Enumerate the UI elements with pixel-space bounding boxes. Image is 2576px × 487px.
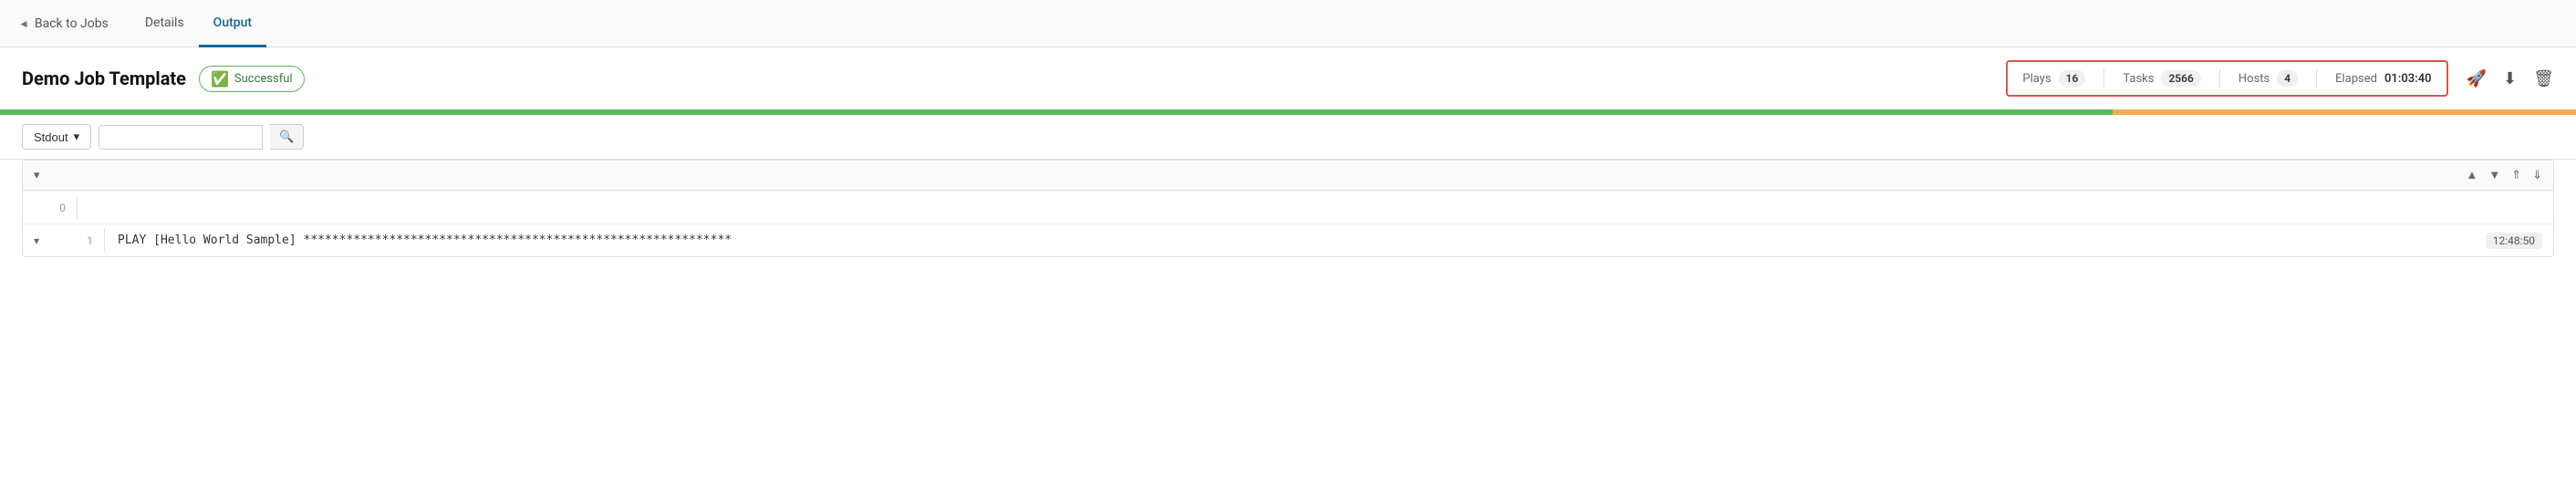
back-label: Back to Jobs [35,16,109,31]
table-row: 0 [23,191,2553,223]
stat-sep-1 [2103,69,2104,88]
delete-icon[interactable]: 🗑 [2533,69,2554,88]
status-label: Successful [234,72,293,86]
elapsed-label: Elapsed [2335,72,2377,86]
tasks-label: Tasks [2123,72,2154,86]
search-button[interactable]: 🔍 [270,124,304,150]
tasks-value: 2566 [2161,70,2200,87]
action-icons: 🚀 ⬇ 🗑 [2467,69,2554,88]
scroll-bottom-icon[interactable]: ⇓ [2532,169,2542,182]
back-to-jobs-link[interactable]: ◄ Back to Jobs [18,16,109,31]
download-icon[interactable]: ⬇ [2503,69,2517,88]
plays-value: 16 [2059,70,2086,87]
progress-yellow-segment [2113,109,2576,115]
toolbar: Stdout ▾ 🔍 [0,115,2576,160]
tab-output-label: Output [213,16,252,30]
row-expand-icon[interactable]: ▾ [23,234,50,247]
search-input[interactable] [99,125,263,150]
stat-hosts: Hosts 4 [2238,70,2298,87]
output-header-row: ▾ ▲ ▼ ⇑ ⇓ [23,161,2553,191]
scroll-down-icon[interactable]: ▼ [2488,168,2500,182]
elapsed-value: 01:03:40 [2384,72,2432,86]
rocket-icon[interactable]: 🚀 [2467,69,2487,88]
collapse-icon[interactable]: ▾ [34,169,40,182]
back-chevron-icon: ◄ [18,17,29,30]
tab-details-label: Details [145,16,184,30]
progress-bar [0,109,2576,115]
stdout-chevron-icon: ▾ [74,130,80,144]
stdout-select[interactable]: Stdout ▾ [22,124,91,150]
top-nav: ◄ Back to Jobs Details Output [0,0,2576,47]
status-check-icon: ✅ [211,70,229,88]
tab-output[interactable]: Output [199,0,266,47]
status-badge: ✅ Successful [199,66,305,92]
row-timestamp-1: 12:48:50 [2486,233,2542,249]
header-section: Demo Job Template ✅ Successful Plays 16 … [0,47,2576,109]
job-title: Demo Job Template [22,67,186,89]
scroll-top-icon[interactable]: ⇑ [2511,169,2521,182]
stat-plays: Plays 16 [2022,70,2085,87]
search-icon: 🔍 [279,130,294,143]
row-content-0 [78,202,2553,213]
row-number-1: 1 [50,229,105,253]
row-content-1: PLAY [Hello World Sample] **************… [105,228,2486,253]
stdout-label: Stdout [34,130,68,144]
hosts-value: 4 [2277,70,2298,87]
stats-box: Plays 16 Tasks 2566 Hosts 4 Elapsed 01:0… [2006,60,2447,97]
progress-green-segment [0,109,2113,115]
table-row: ▾ 1 PLAY [Hello World Sample] **********… [23,223,2553,256]
stat-elapsed: Elapsed 01:03:40 [2335,72,2432,86]
tab-details[interactable]: Details [130,0,199,47]
output-header-left: ▾ [34,169,40,182]
scroll-up-icon[interactable]: ▲ [2466,168,2477,182]
stat-sep-2 [2219,69,2220,88]
header-left: Demo Job Template ✅ Successful [22,66,305,92]
stat-tasks: Tasks 2566 [2123,70,2201,87]
hosts-label: Hosts [2238,72,2270,86]
output-section: ▾ ▲ ▼ ⇑ ⇓ 0 ▾ 1 PLAY [Hello World Sample… [22,160,2554,257]
row-number-0: 0 [23,196,78,220]
stat-sep-3 [2316,69,2317,88]
plays-label: Plays [2022,72,2051,86]
output-header-right: ▲ ▼ ⇑ ⇓ [2466,168,2542,182]
stats-container: Plays 16 Tasks 2566 Hosts 4 Elapsed 01:0… [2006,60,2554,97]
